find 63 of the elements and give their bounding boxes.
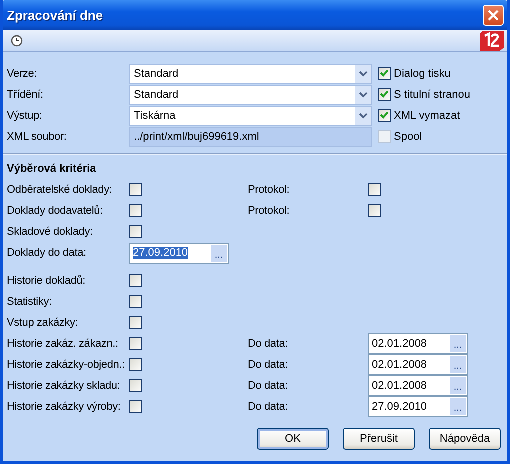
dialog-button[interactable]: Nápověda xyxy=(429,428,501,450)
field-label: Do data: xyxy=(248,358,289,370)
field-label: Doklady do data: xyxy=(7,247,88,259)
checkbox[interactable] xyxy=(129,358,142,371)
close-icon xyxy=(487,8,500,22)
field-label: Historie zakázky skladu: xyxy=(7,380,122,392)
dropdown[interactable]: Standard xyxy=(129,84,372,104)
date-field[interactable]: 02.01.2008 ... xyxy=(368,375,468,396)
checkbox-label: Dialog tisku xyxy=(394,68,451,80)
date-field[interactable]: 27.09.2010 ... xyxy=(129,242,229,264)
checkbox[interactable] xyxy=(129,316,142,329)
field-label: Historie zakáz. zákazn.: xyxy=(7,338,120,350)
dropdown[interactable]: Standard xyxy=(129,64,372,84)
field-label: XML soubor: xyxy=(7,130,68,142)
checkbox[interactable] xyxy=(129,337,142,350)
field-label: Odběratelské doklady: xyxy=(7,184,114,196)
field-label: Vstup zakázky: xyxy=(7,316,80,328)
field-label: Historie dokladů: xyxy=(7,274,87,286)
field-label: Protokol: xyxy=(248,204,291,216)
file-path-field: ../print/xml/buj699619.xml xyxy=(129,126,372,146)
dropdown[interactable]: Tiskárna xyxy=(129,106,372,126)
logo-icon xyxy=(480,30,504,50)
field-label: Doklady dodavatelů: xyxy=(7,204,104,216)
clock-icon[interactable] xyxy=(11,34,23,46)
checkbox[interactable] xyxy=(129,295,142,308)
field-label: Statistiky: xyxy=(7,296,53,308)
field-label: Historie zakázky výroby: xyxy=(7,400,122,412)
checkbox[interactable] xyxy=(378,67,391,80)
field-label: Protokol: xyxy=(248,184,291,196)
field-label: Skladové doklady: xyxy=(7,226,94,238)
checkbox[interactable] xyxy=(129,204,142,217)
section-title: Výběrová kritéria xyxy=(7,163,98,175)
checkbox-label: Spool xyxy=(394,130,422,142)
checkbox[interactable] xyxy=(368,204,381,217)
browse-button[interactable]: ... xyxy=(450,398,466,415)
checkbox[interactable] xyxy=(129,183,142,196)
close-button[interactable] xyxy=(483,4,504,26)
date-field[interactable]: 27.09.2010 ... xyxy=(368,396,468,417)
window-title: Zpracování dne xyxy=(7,8,104,22)
checkbox-label: XML vymazat xyxy=(394,110,460,122)
browse-button[interactable]: ... xyxy=(450,377,466,394)
checkbox[interactable] xyxy=(129,225,142,238)
dialog-button[interactable]: OK xyxy=(257,428,329,450)
browse-button[interactable]: ... xyxy=(450,335,466,352)
field-label: Do data: xyxy=(248,400,289,412)
field-label: Do data: xyxy=(248,338,289,350)
field-label: Historie zakázky-objedn.: xyxy=(7,358,126,370)
checkbox[interactable] xyxy=(378,88,391,101)
checkbox-label: S titulní stranou xyxy=(394,88,470,100)
checkbox[interactable] xyxy=(378,109,391,122)
field-label: Třídění: xyxy=(7,88,44,100)
browse-button[interactable]: ... xyxy=(211,244,227,262)
checkbox[interactable] xyxy=(368,183,381,196)
checkbox[interactable] xyxy=(129,400,142,413)
date-field[interactable]: 02.01.2008 ... xyxy=(368,354,468,375)
field-label: Verze: xyxy=(7,68,38,80)
browse-button[interactable]: ... xyxy=(450,356,466,373)
field-label: Výstup: xyxy=(7,110,44,122)
dialog-button[interactable]: Přerušit xyxy=(343,428,415,450)
checkbox[interactable] xyxy=(129,379,142,392)
field-label: Do data: xyxy=(248,380,289,392)
date-field[interactable]: 02.01.2008 ... xyxy=(368,333,468,354)
checkbox[interactable] xyxy=(129,274,142,287)
